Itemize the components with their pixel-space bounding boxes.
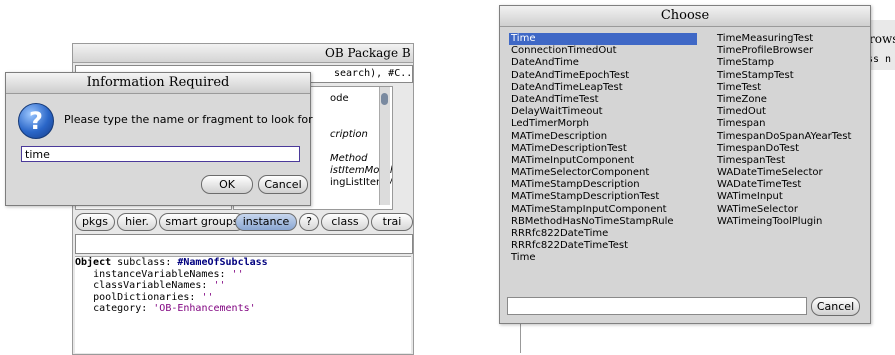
scrollbar-thumb[interactable] bbox=[381, 93, 388, 105]
background-window-title: rows bbox=[869, 32, 895, 46]
info-dialog-titlebar[interactable]: Information Required bbox=[6, 73, 310, 94]
methods-pane-item[interactable]: cription bbox=[330, 129, 368, 140]
choose-list-item[interactable]: MATimeStampDescriptionTest bbox=[509, 191, 697, 203]
tab-smart-groups[interactable]: smart groups bbox=[159, 213, 245, 231]
tab-class[interactable]: class bbox=[321, 213, 369, 231]
code-token: instanceVariableNames: bbox=[93, 268, 226, 280]
choose-list-item[interactable]: TimeTest bbox=[715, 82, 851, 94]
choose-list-item[interactable]: DateAndTimeEpochTest bbox=[509, 70, 697, 82]
choose-list-item[interactable]: DateAndTime bbox=[509, 57, 697, 69]
choose-list-item[interactable]: MATimeDescriptionTest bbox=[509, 143, 697, 155]
choose-list-item[interactable]: RBMethodHasNoTimeStampRule bbox=[509, 216, 697, 228]
code-line: category: 'OB-Enhancements' bbox=[75, 303, 411, 315]
choose-list[interactable]: Time ConnectionTimedOut DateAndTime DateAnd… bbox=[507, 33, 860, 294]
code-token: category: bbox=[93, 303, 148, 314]
choose-list-item[interactable]: Timespan bbox=[715, 118, 851, 130]
choose-list-item[interactable]: TimedOut bbox=[715, 106, 851, 118]
tab-pkgs[interactable]: pkgs bbox=[75, 213, 115, 231]
ob-browser-title: OB Package B bbox=[325, 46, 411, 60]
choose-list-item[interactable]: Time bbox=[509, 252, 697, 264]
choose-dialog-titlebar[interactable]: Choose bbox=[500, 6, 870, 27]
tab-traits[interactable]: trai bbox=[371, 213, 413, 231]
code-line: Object subclass: #NameOfSubclass bbox=[75, 257, 411, 269]
choose-list-item[interactable]: TimespanDoSpanAYearTest bbox=[715, 131, 851, 143]
choose-list-item[interactable]: Time bbox=[509, 33, 697, 46]
choose-list-item[interactable]: TimeProfileBrowser bbox=[715, 45, 851, 57]
choose-list-item[interactable]: TimeStamp bbox=[715, 57, 851, 69]
choose-list-item[interactable]: RRRfc822DateTimeTest bbox=[509, 240, 697, 252]
browser-tab-bar: pkgs hier. smart groups instance ? class… bbox=[73, 210, 413, 232]
choose-list-item[interactable]: MATimeSelectorComponent bbox=[509, 167, 697, 179]
code-line: poolDictionaries: '' bbox=[75, 292, 411, 304]
choose-list-column-1: Time ConnectionTimedOut DateAndTime DateAnd… bbox=[509, 33, 697, 265]
choose-list-item[interactable]: TimeStampTest bbox=[715, 70, 851, 82]
methods-pane-item[interactable]: Method bbox=[330, 153, 368, 164]
question-icon: ? bbox=[18, 103, 54, 139]
methods-pane-scrollbar[interactable] bbox=[379, 87, 390, 205]
code-line: classVariableNames: '' bbox=[75, 280, 411, 292]
search-fragment-input[interactable]: time bbox=[21, 146, 300, 162]
choose-list-item[interactable]: WATimeInput bbox=[715, 191, 851, 203]
choose-list-item[interactable]: DateAndTimeTest bbox=[509, 94, 697, 106]
choose-list-item[interactable]: ConnectionTimedOut bbox=[509, 45, 697, 57]
definition-filter-input[interactable] bbox=[75, 234, 413, 254]
choose-filter-input[interactable] bbox=[507, 297, 807, 315]
choose-dialog: Choose Time ConnectionTimedOut DateAndTime… bbox=[499, 5, 871, 324]
class-definition-editor[interactable]: Object subclass: #NameOfSubclass instanc… bbox=[75, 256, 411, 353]
code-token: subclass: bbox=[117, 257, 172, 268]
choose-list-item[interactable]: WATimeingToolPlugin bbox=[715, 216, 851, 228]
choose-dialog-title: Choose bbox=[660, 8, 710, 23]
choose-list-item[interactable]: DelayWaitTimeout bbox=[509, 106, 697, 118]
ok-button[interactable]: OK bbox=[201, 175, 253, 194]
choose-list-item[interactable]: TimespanDoTest bbox=[715, 143, 851, 155]
code-token: 'OB-Enhancements' bbox=[153, 303, 256, 314]
choose-list-column-2: TimeMeasuringTest TimeProfileBrowser TimeS… bbox=[715, 33, 851, 228]
code-token: Object bbox=[75, 257, 112, 268]
ob-browser-titlebar[interactable]: OB Package B bbox=[73, 44, 413, 63]
ob-browser-search-text: search), #C... (cl bbox=[334, 68, 413, 79]
choose-list-item[interactable]: WADateTimeSelector bbox=[715, 167, 851, 179]
choose-cancel-button[interactable]: Cancel bbox=[811, 297, 860, 316]
tab-hier[interactable]: hier. bbox=[117, 213, 157, 231]
choose-list-item[interactable]: MATimeStampInputComponent bbox=[509, 204, 697, 216]
choose-list-item[interactable]: WADateTimeTest bbox=[715, 179, 851, 191]
choose-list-item[interactable]: TimespanTest bbox=[715, 155, 851, 167]
tab-instance[interactable]: instance bbox=[235, 213, 297, 231]
choose-list-item[interactable]: DateAndTimeLeapTest bbox=[509, 82, 697, 94]
cancel-button[interactable]: Cancel bbox=[258, 175, 308, 194]
choose-list-item[interactable]: WATimeSelector bbox=[715, 204, 851, 216]
code-token: '' bbox=[213, 280, 226, 291]
code-token: poolDictionaries: bbox=[93, 291, 196, 303]
code-line: instanceVariableNames: '' bbox=[75, 269, 411, 281]
info-dialog-title: Information Required bbox=[86, 75, 230, 90]
code-token: '' bbox=[231, 268, 244, 280]
choose-list-item[interactable]: MATimeInputComponent bbox=[509, 155, 697, 167]
choose-list-item[interactable]: MATimeDescription bbox=[509, 131, 697, 143]
choose-list-item[interactable]: LedTimerMorph bbox=[509, 118, 697, 130]
choose-list-item[interactable]: TimeMeasuringTest bbox=[715, 33, 851, 45]
choose-list-item[interactable]: TimeZone bbox=[715, 94, 851, 106]
tab-help[interactable]: ? bbox=[299, 213, 319, 231]
code-token: '' bbox=[201, 291, 214, 303]
information-required-dialog: Information Required ? Please type the n… bbox=[5, 72, 313, 206]
choose-list-item[interactable]: RRRfc822DateTime bbox=[509, 228, 697, 240]
code-token: #NameOfSubclass bbox=[177, 257, 268, 268]
choose-list-item[interactable]: MATimeStampDescription bbox=[509, 179, 697, 191]
code-token: classVariableNames: bbox=[93, 280, 208, 291]
info-dialog-message: Please type the name or fragment to look… bbox=[64, 113, 313, 126]
methods-pane-item[interactable]: ode bbox=[330, 93, 349, 104]
